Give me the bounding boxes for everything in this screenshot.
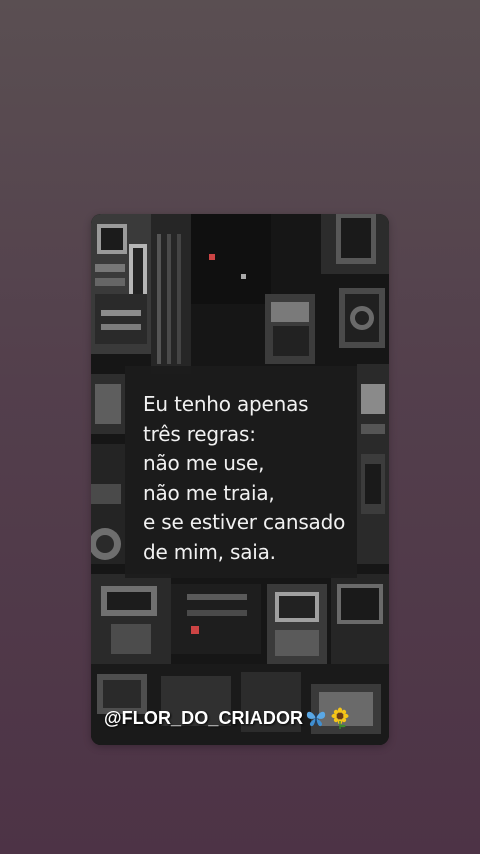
quote-line: e se estiver cansado — [143, 510, 346, 534]
handle-text: @FLOR_DO_CRIADOR — [104, 707, 304, 728]
quote-line: Eu tenho apenas — [143, 392, 309, 416]
quote-line: três regras: — [143, 421, 256, 446]
author-handle: @FLOR_DO_CRIADOR — [104, 707, 351, 729]
quote-line: não me use, — [143, 451, 265, 475]
quote-card: Eu tenho apenas três regras: não me use,… — [91, 214, 389, 745]
quote-box: Eu tenho apenas três regras: não me use,… — [125, 366, 357, 578]
sunflower-icon — [331, 707, 349, 729]
quote-line: de mim, saia. — [143, 539, 276, 564]
quote-line: não me traia, — [143, 480, 275, 505]
butterfly-icon — [307, 711, 326, 727]
